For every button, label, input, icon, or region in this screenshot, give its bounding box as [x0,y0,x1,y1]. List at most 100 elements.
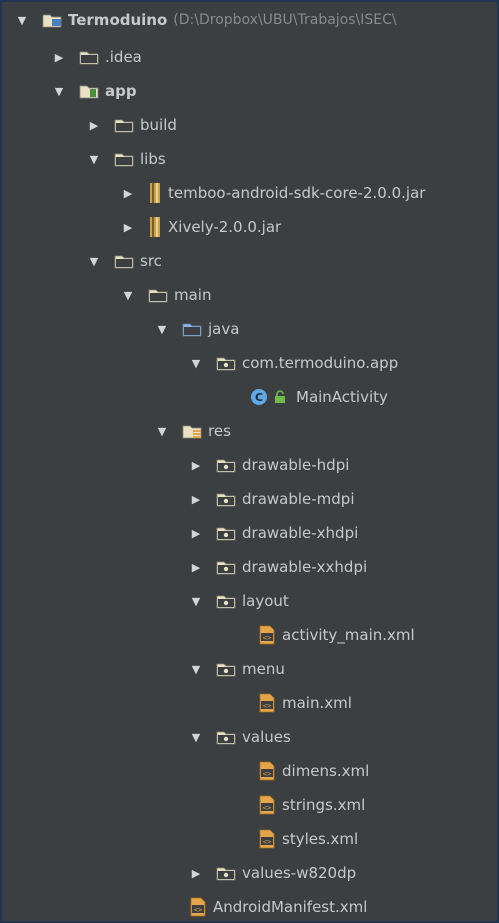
folder-icon [114,151,134,167]
svg-text:<>: <> [263,634,271,642]
folder-icon [79,49,99,65]
tree-node-res[interactable]: ▼ res [0,414,495,448]
tree-label-build: build [140,116,177,134]
chevron-down-icon[interactable]: ▼ [156,322,168,336]
tree-node-drawable-mdpi[interactable]: ▶ drawable-mdpi [0,482,495,516]
folder-icon [216,525,236,541]
svg-text:C: C [255,391,263,404]
tree-node-drawable-hdpi[interactable]: ▶ drawable-hdpi [0,448,495,482]
chevron-right-icon[interactable]: ▶ [122,220,134,234]
tree-label-layout: layout [242,592,289,610]
tree-label-drawable-hdpi: drawable-hdpi [242,456,350,474]
folder-icon [216,559,236,575]
resource-folder-icon [182,423,202,439]
chevron-right-icon[interactable]: ▶ [53,50,65,64]
tree-label-drawable-xhdpi: drawable-xhdpi [242,524,359,542]
tree-node-drawable-xhdpi[interactable]: ▶ drawable-xhdpi [0,516,495,550]
tree-label-drawable-mdpi: drawable-mdpi [242,490,355,508]
tree-node-android-manifest[interactable]: ▶ <> AndroidManifest.xml [0,890,495,919]
svg-text:<>: <> [263,702,271,710]
tree-label-android-manifest: AndroidManifest.xml [213,898,368,916]
chevron-right-icon[interactable]: ▶ [190,492,202,506]
tree-node-jar2[interactable]: ▶ Xively-2.0.0.jar [0,210,495,244]
xml-file-icon: <> [258,693,276,713]
chevron-right-icon[interactable]: ▶ [190,560,202,574]
tree-node-menu[interactable]: ▼ menu [0,652,495,686]
chevron-right-icon[interactable]: ▶ [122,186,134,200]
tree-label-idea: .idea [105,48,142,66]
svg-text:<>: <> [263,804,271,812]
tree-label-package: com.termoduino.app [242,354,399,372]
chevron-down-icon[interactable]: ▼ [190,662,202,676]
tree-label-styles-xml: styles.xml [282,830,359,848]
tree-node-main-xml[interactable]: ▶ <> main.xml [0,686,495,720]
source-folder-icon [182,321,202,337]
folder-icon [114,117,134,133]
tree-node-dimens-xml[interactable]: ▶ <> dimens.xml [0,754,495,788]
tree-label-dimens-xml: dimens.xml [282,762,370,780]
folder-icon [216,593,236,609]
tree-label-src: src [140,252,162,270]
folder-icon [148,287,168,303]
svg-text:<>: <> [194,906,202,914]
module-icon [42,12,62,28]
chevron-right-icon[interactable]: ▶ [190,458,202,472]
tree-node-strings-xml[interactable]: ▶ <> strings.xml [0,788,495,822]
tree-node-package[interactable]: ▼ com.termoduino.app [0,346,495,380]
tree-node-build[interactable]: ▶ build [0,108,495,142]
tree-node-app[interactable]: ▼ app [0,74,495,108]
tree-node-idea[interactable]: ▶ .idea [0,40,495,74]
tree-label-root: Termoduino [68,11,168,29]
chevron-down-icon[interactable]: ▼ [190,730,202,744]
tree-node-main[interactable]: ▼ main [0,278,495,312]
tree-node-src[interactable]: ▼ src [0,244,495,278]
tree-node-main-activity[interactable]: ▶ C MainActivity [0,380,495,414]
unlock-icon [274,390,286,404]
tree-node-root[interactable]: ▼ Termoduino (D:\Dropbox\UBU\Trabajos\IS… [0,3,495,37]
xml-file-icon: <> [258,761,276,781]
tree-node-layout[interactable]: ▼ layout [0,584,495,618]
project-tree: ▼ Termoduino (D:\Dropbox\UBU\Trabajos\IS… [0,0,495,919]
chevron-down-icon[interactable]: ▼ [16,13,28,27]
xml-file-icon: <> [258,795,276,815]
tree-node-activity-main-xml[interactable]: ▶ <> activity_main.xml [0,618,495,652]
chevron-down-icon[interactable]: ▼ [190,594,202,608]
chevron-down-icon[interactable]: ▼ [122,288,134,302]
tree-label-java: java [208,320,240,338]
svg-text:<>: <> [263,770,271,778]
chevron-down-icon[interactable]: ▼ [88,152,100,166]
jar-icon [148,217,162,237]
tree-label-activity-main-xml: activity_main.xml [282,626,415,644]
chevron-down-icon[interactable]: ▼ [156,424,168,438]
chevron-down-icon[interactable]: ▼ [88,254,100,268]
tree-label-main-activity: MainActivity [296,388,388,406]
folder-icon [216,661,236,677]
tree-label-main: main [174,286,212,304]
xml-file-icon: <> [189,897,207,917]
class-icon: C [250,388,268,406]
tree-node-drawable-xxhdpi[interactable]: ▶ drawable-xxhdpi [0,550,495,584]
folder-icon [216,491,236,507]
module-icon [79,83,99,99]
package-folder-icon [216,355,236,371]
tree-node-libs[interactable]: ▼ libs [0,142,495,176]
folder-icon [114,253,134,269]
chevron-right-icon[interactable]: ▶ [190,866,202,880]
chevron-down-icon[interactable]: ▼ [190,356,202,370]
folder-icon [216,865,236,881]
folder-icon [216,729,236,745]
tree-label-jar1: temboo-android-sdk-core-2.0.0.jar [168,184,426,202]
xml-file-icon: <> [258,829,276,849]
chevron-right-icon[interactable]: ▶ [88,118,100,132]
tree-label-menu: menu [242,660,285,678]
tree-node-values-w820dp[interactable]: ▶ values-w820dp [0,856,495,890]
tree-label-values: values [242,728,291,746]
tree-node-java[interactable]: ▼ java [0,312,495,346]
chevron-down-icon[interactable]: ▼ [53,84,65,98]
folder-icon [216,457,236,473]
tree-node-jar1[interactable]: ▶ temboo-android-sdk-core-2.0.0.jar [0,176,495,210]
tree-node-values[interactable]: ▼ values [0,720,495,754]
tree-node-styles-xml[interactable]: ▶ <> styles.xml [0,822,495,856]
tree-label-app: app [105,82,137,100]
chevron-right-icon[interactable]: ▶ [190,526,202,540]
